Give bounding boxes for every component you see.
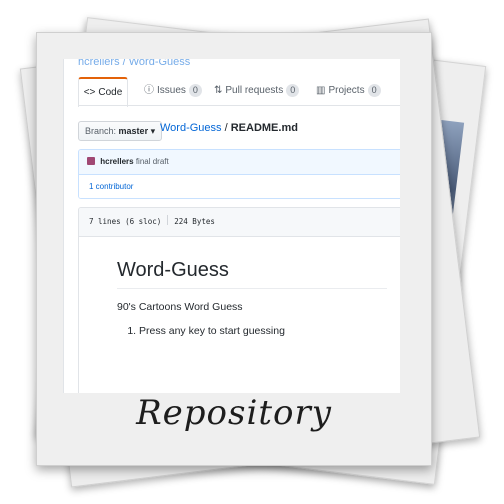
tab-code-label: Code	[98, 87, 123, 98]
readme-step: Press any key to start guessing	[139, 325, 400, 337]
photo-caption: Repository	[136, 393, 332, 433]
branch-name: master	[118, 126, 149, 136]
tab-issues-label: Issues	[157, 85, 186, 96]
readme-description: 90's Cartoons Word Guess	[117, 301, 243, 313]
readme-steps: Press any key to start guessing	[117, 325, 400, 337]
tab-code[interactable]: <> Code	[78, 77, 128, 107]
file-lines: 7 lines (6 sloc)	[89, 217, 162, 226]
commit-message[interactable]: final draft	[136, 157, 169, 166]
repo-tabs: <> Code ⓘ Issues 0 ⇅ Pull requests 0 ▥ Project…	[78, 77, 400, 107]
file-info-divider	[167, 215, 169, 225]
breadcrumb[interactable]: hcrellers / Word-Guess	[78, 59, 190, 68]
commit-author[interactable]: hcrellers	[100, 157, 133, 166]
commit-tease: hcrellers final draft 1 contributor	[78, 149, 400, 199]
repo-link[interactable]: Word-Guess	[160, 122, 222, 134]
file-viewer: 7 lines (6 sloc) 224 Bytes Word-Guess 90'…	[78, 207, 400, 393]
latest-commit: hcrellers final draft	[79, 150, 400, 175]
tab-projects[interactable]: ▥ Projects 0	[316, 77, 381, 105]
code-icon: <>	[83, 87, 96, 98]
tab-projects-label: Projects	[328, 85, 365, 96]
polaroid-stack: hcrellers / Word-Guess <> Code ⓘ Issues 0 ⇅…	[0, 0, 504, 504]
tab-pull-requests[interactable]: ⇅ Pull requests 0	[214, 77, 300, 105]
file-size: 224 Bytes	[174, 217, 215, 226]
path-separator: /	[221, 122, 231, 134]
issue-icon: ⓘ	[144, 85, 154, 96]
pull-requests-counter: 0	[286, 84, 300, 97]
project-icon: ▥	[316, 85, 326, 96]
tab-pull-requests-label: Pull requests	[225, 85, 284, 96]
readme-content: Word-Guess 90's Cartoons Word Guess Pres…	[79, 237, 400, 337]
front-photo: hcrellers / Word-Guess <> Code ⓘ Issues 0 ⇅…	[36, 32, 432, 466]
github-screenshot: hcrellers / Word-Guess <> Code ⓘ Issues 0 ⇅…	[63, 59, 400, 393]
tab-issues[interactable]: ⓘ Issues 0	[144, 77, 202, 105]
branch-label: Branch:	[85, 126, 117, 136]
readme-title: Word-Guess	[117, 259, 387, 289]
pull-request-icon: ⇅	[214, 85, 223, 96]
file-info: 7 lines (6 sloc) 224 Bytes	[79, 208, 400, 237]
contributors-link[interactable]: 1 contributor	[79, 175, 400, 198]
projects-counter: 0	[367, 84, 381, 97]
file-name: README.md	[230, 122, 298, 134]
branch-select-button[interactable]: Branch: master ▾	[78, 121, 163, 141]
file-path: Word-Guess / README.md	[160, 122, 298, 134]
issues-counter: 0	[188, 84, 202, 97]
avatar[interactable]	[87, 157, 95, 165]
tabs-divider	[78, 105, 400, 106]
chevron-down-icon: ▾	[150, 126, 156, 136]
